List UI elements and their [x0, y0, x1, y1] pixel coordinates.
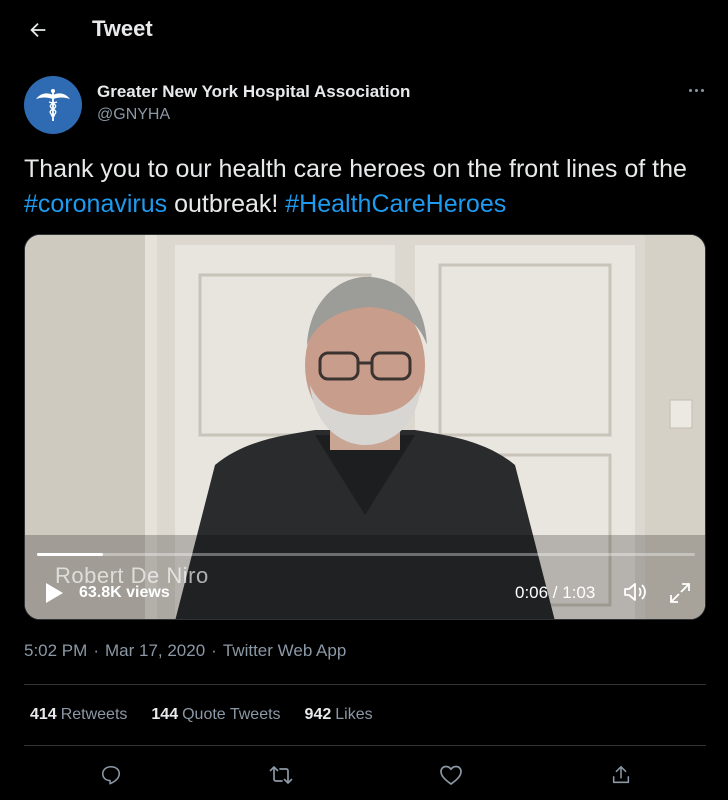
back-arrow-icon[interactable] [26, 18, 50, 42]
retweets-count: 414 [30, 706, 57, 723]
tweet-meta: 5:02 PM · Mar 17, 2020 · Twitter Web App [24, 641, 346, 661]
quote-tweets-label: Quote Tweets [182, 706, 281, 723]
header: Tweet [0, 0, 728, 60]
video-progress-bar[interactable] [37, 553, 695, 556]
more-icon[interactable] [682, 80, 710, 100]
tweet-text-part: outbreak! [167, 190, 286, 218]
retweet-icon[interactable] [268, 762, 294, 788]
quote-tweets-count: 144 [151, 706, 179, 723]
caduceus-icon [36, 89, 70, 121]
likes-count: 942 [304, 706, 332, 723]
likes-label: Likes [335, 706, 373, 723]
divider [24, 684, 706, 685]
author-name[interactable]: Greater New York Hospital Association [97, 82, 410, 102]
share-icon[interactable] [608, 762, 634, 788]
separator: · [93, 641, 99, 660]
tweet-text-part: Thank you to our health care heroes on t… [24, 155, 687, 183]
tweet-time[interactable]: 5:02 PM [24, 641, 87, 660]
author-handle[interactable]: @GNYHA [97, 106, 170, 124]
page-title: Tweet [92, 16, 153, 41]
view-count: 63.8K views [79, 584, 170, 601]
separator: · [211, 641, 217, 660]
tweet-stats: 414 Retweets 144 Quote Tweets 942 Likes [30, 706, 373, 724]
tweet-source[interactable]: Twitter Web App [223, 641, 346, 660]
divider [24, 745, 706, 746]
tweet-text: Thank you to our health care heroes on t… [24, 152, 704, 222]
volume-icon[interactable] [622, 580, 648, 604]
retweets-stat[interactable]: 414 Retweets [30, 706, 127, 724]
video-player[interactable]: Robert De Niro 63.8K views 0:06 / 1:03 [24, 234, 706, 620]
quote-tweets-stat[interactable]: 144 Quote Tweets [151, 706, 280, 724]
video-progress-fill [37, 553, 103, 556]
avatar[interactable] [24, 76, 82, 134]
tweet-date[interactable]: Mar 17, 2020 [105, 641, 205, 660]
video-time: 0:06 / 1:03 [515, 583, 596, 602]
hashtag-link[interactable]: #HealthCareHeroes [285, 190, 506, 218]
reply-icon[interactable] [98, 762, 124, 788]
fullscreen-icon[interactable] [668, 581, 692, 605]
tweet-actions [0, 760, 728, 792]
likes-stat[interactable]: 942 Likes [305, 706, 373, 724]
hashtag-link[interactable]: #coronavirus [24, 190, 167, 218]
play-icon[interactable] [43, 581, 65, 605]
like-icon[interactable] [438, 762, 464, 788]
retweets-label: Retweets [60, 706, 128, 723]
